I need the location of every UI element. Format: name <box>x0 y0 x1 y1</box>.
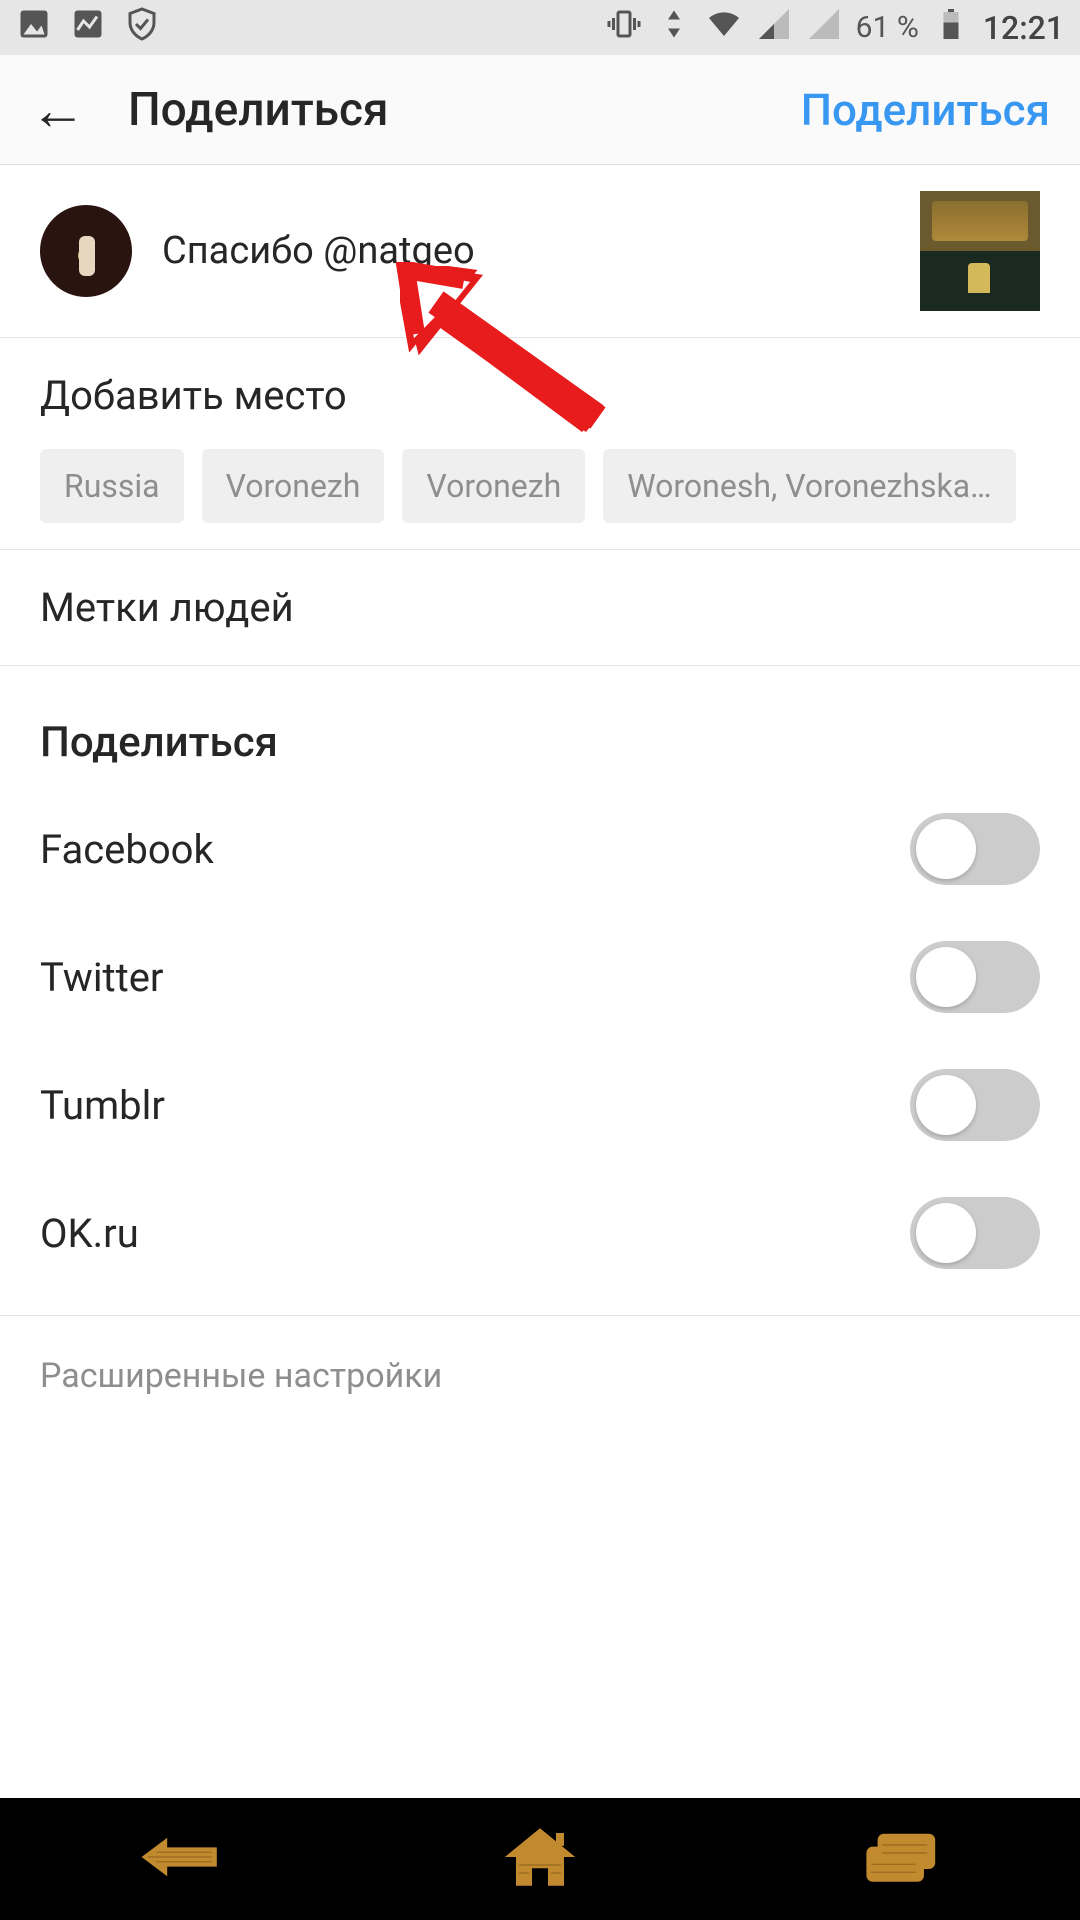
nav-back-button[interactable] <box>140 1825 220 1893</box>
signal-icon-1 <box>756 6 792 50</box>
avatar <box>40 205 132 297</box>
signal-icon-2 <box>806 6 842 50</box>
add-place-row[interactable]: Добавить место <box>0 338 1080 429</box>
data-icon <box>656 6 692 50</box>
location-chip[interactable]: Voronezh <box>202 449 385 523</box>
nav-recent-button[interactable] <box>860 1825 940 1893</box>
location-chips: Russia Voronezh Voronezh Woronesh, Voron… <box>0 429 1080 550</box>
battery-text: 61 % <box>856 10 919 45</box>
toggle-okru[interactable] <box>910 1197 1040 1269</box>
nav-bar <box>0 1798 1080 1920</box>
nav-home-button[interactable] <box>500 1825 580 1893</box>
share-action-button[interactable]: Поделиться <box>801 84 1050 136</box>
caption-row[interactable]: Спасибо @natgeo <box>0 165 1080 338</box>
share-section-title: Поделиться <box>0 666 1080 785</box>
shield-icon <box>124 6 160 50</box>
app-bar: ← Поделиться Поделиться <box>0 55 1080 165</box>
tag-people-row[interactable]: Метки людей <box>0 550 1080 666</box>
caption-text[interactable]: Спасибо @natgeo <box>162 229 890 273</box>
share-okru: OK.ru <box>0 1169 1080 1297</box>
location-chip[interactable]: Woronesh, Voronezhska… <box>603 449 1015 523</box>
share-label: Twitter <box>40 954 163 1001</box>
share-label: Tumblr <box>40 1082 165 1129</box>
share-twitter: Twitter <box>0 913 1080 1041</box>
appbar-title: Поделиться <box>128 83 801 137</box>
advanced-settings[interactable]: Расширенные настройки <box>0 1316 1080 1436</box>
share-label: Facebook <box>40 826 214 873</box>
toggle-tumblr[interactable] <box>910 1069 1040 1141</box>
toggle-twitter[interactable] <box>910 941 1040 1013</box>
share-label: OK.ru <box>40 1210 139 1257</box>
battery-icon <box>933 6 969 50</box>
toggle-facebook[interactable] <box>910 813 1040 885</box>
location-chip[interactable]: Voronezh <box>402 449 585 523</box>
clock: 12:21 <box>983 9 1064 47</box>
chart-icon <box>70 6 106 50</box>
post-thumbnail[interactable] <box>920 191 1040 311</box>
location-chip[interactable]: Russia <box>40 449 184 523</box>
wifi-icon <box>706 6 742 50</box>
back-icon[interactable]: ← <box>30 82 86 138</box>
share-facebook: Facebook <box>0 785 1080 913</box>
picture-icon <box>16 6 52 50</box>
status-bar: 61 % 12:21 <box>0 0 1080 55</box>
share-tumblr: Tumblr <box>0 1041 1080 1169</box>
vibrate-icon <box>606 6 642 50</box>
